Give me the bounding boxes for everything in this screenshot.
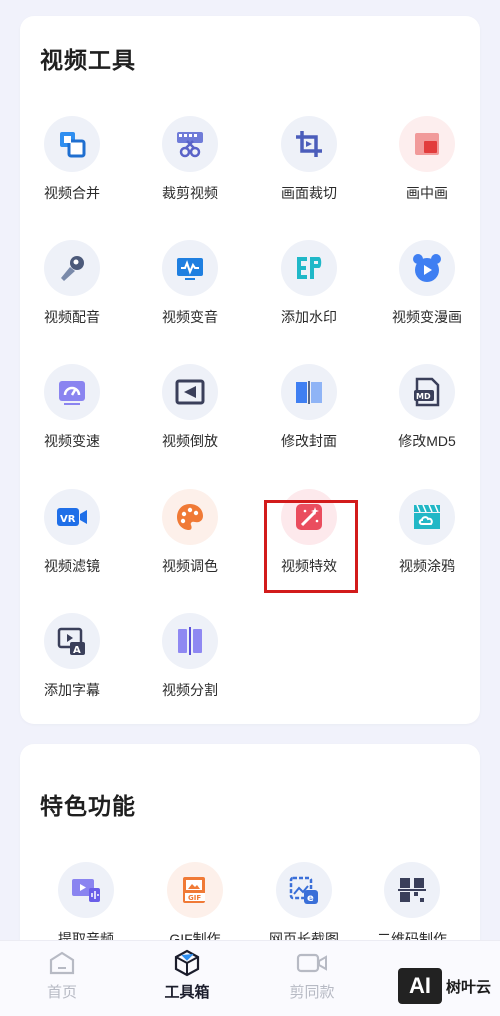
tool-video-effects[interactable]: 视频特效 xyxy=(259,489,359,576)
featured-title: 特色功能 xyxy=(40,793,136,819)
tool-label: 视频变漫画 xyxy=(392,309,462,325)
toolbox-icon xyxy=(137,949,237,977)
tool-video-doodle[interactable]: 视频涂鸦 xyxy=(377,489,477,576)
vr-camera-icon: VR xyxy=(44,489,100,545)
feature-qr-code[interactable]: 二维码制作 xyxy=(362,862,462,949)
split-icon xyxy=(162,613,218,669)
gif-icon: GIF xyxy=(167,862,223,918)
tool-add-subtitle[interactable]: A 添加字幕 xyxy=(22,613,122,700)
clapper-cloud-icon xyxy=(399,489,455,545)
watermark: AI 树叶云 xyxy=(398,966,496,1006)
tab-label: 首页 xyxy=(46,984,77,1001)
scissors-film-icon xyxy=(162,116,218,172)
qr-code-icon xyxy=(384,862,440,918)
tool-video-split[interactable]: 视频分割 xyxy=(140,613,240,700)
video-tools-title: 视频工具 xyxy=(40,47,136,73)
home-icon xyxy=(12,949,112,977)
tool-label: 视频特效 xyxy=(281,558,337,574)
magic-wand-icon xyxy=(281,489,337,545)
svg-text:e: e xyxy=(307,893,314,904)
feature-gif-maker[interactable]: GIF GIF制作 xyxy=(145,862,245,949)
tool-label: 视频滤镜 xyxy=(44,558,100,574)
tab-same-style-edit[interactable]: 剪同款 xyxy=(262,949,362,1002)
tool-label: 视频调色 xyxy=(162,558,218,574)
feature-extract-audio[interactable]: 提取音频 xyxy=(36,862,136,949)
bear-play-icon xyxy=(399,240,455,296)
merge-icon xyxy=(44,116,100,172)
tool-change-md5[interactable]: MD 修改MD5 xyxy=(377,364,477,451)
tool-label: 视频变速 xyxy=(44,433,100,449)
watermark-text: 树叶云 xyxy=(446,978,492,996)
svg-text:MD: MD xyxy=(416,392,431,401)
picture-in-picture-icon xyxy=(399,116,455,172)
extract-audio-icon xyxy=(58,862,114,918)
tool-video-merge[interactable]: 视频合并 xyxy=(22,116,122,203)
tool-voice-change[interactable]: 视频变音 xyxy=(140,240,240,327)
tool-color-grading[interactable]: 视频调色 xyxy=(140,489,240,576)
tool-label: 视频变音 xyxy=(162,309,218,325)
tool-frame-crop[interactable]: 画面裁切 xyxy=(259,116,359,203)
watermark-logo: AI xyxy=(398,968,442,1004)
watermark-icon xyxy=(281,240,337,296)
web-screenshot-icon: e xyxy=(276,862,332,918)
tool-label: 视频配音 xyxy=(44,309,100,325)
tool-add-watermark[interactable]: 添加水印 xyxy=(259,240,359,327)
tool-speed-change[interactable]: 视频变速 xyxy=(22,364,122,451)
tool-label: 画面裁切 xyxy=(281,185,337,201)
video-tools-card: 视频工具 视频合并 裁剪视频 画面裁切 画中画 视频配音 视频变音 添加水印 视… xyxy=(20,16,480,724)
tool-video-to-comic[interactable]: 视频变漫画 xyxy=(377,240,477,327)
tab-toolbox[interactable]: 工具箱 xyxy=(137,949,237,1002)
palette-icon xyxy=(162,489,218,545)
tool-video-filter[interactable]: VR 视频滤镜 xyxy=(22,489,122,576)
tab-home[interactable]: 首页 xyxy=(12,949,112,1002)
tool-label: 视频涂鸦 xyxy=(399,558,455,574)
tool-label: 添加水印 xyxy=(281,309,337,325)
tool-label: 画中画 xyxy=(406,185,448,201)
book-icon xyxy=(281,364,337,420)
feature-web-screenshot[interactable]: e 网页长截图 xyxy=(254,862,354,949)
tool-crop-video[interactable]: 裁剪视频 xyxy=(140,116,240,203)
tab-label: 剪同款 xyxy=(289,984,335,1001)
tool-video-reverse[interactable]: 视频倒放 xyxy=(140,364,240,451)
tool-label: 视频合并 xyxy=(44,185,100,201)
tool-picture-in-picture[interactable]: 画中画 xyxy=(377,116,477,203)
tool-label: 视频分割 xyxy=(162,682,218,698)
speedometer-icon xyxy=(44,364,100,420)
tab-label: 工具箱 xyxy=(164,984,210,1001)
audio-wave-icon xyxy=(162,240,218,296)
tool-label: 修改封面 xyxy=(281,433,337,449)
crop-icon xyxy=(281,116,337,172)
svg-text:VR: VR xyxy=(60,514,76,525)
svg-text:GIF: GIF xyxy=(188,894,201,902)
subtitle-icon: A xyxy=(44,613,100,669)
tool-label: 修改MD5 xyxy=(398,433,456,449)
tool-label: 添加字幕 xyxy=(44,682,100,698)
svg-text:A: A xyxy=(73,645,81,656)
md5-file-icon: MD xyxy=(399,364,455,420)
tool-label: 视频倒放 xyxy=(162,433,218,449)
microphone-icon xyxy=(44,240,100,296)
tool-label: 裁剪视频 xyxy=(162,185,218,201)
rewind-icon xyxy=(162,364,218,420)
video-camera-icon xyxy=(262,949,362,977)
tool-change-cover[interactable]: 修改封面 xyxy=(259,364,359,451)
tool-video-dubbing[interactable]: 视频配音 xyxy=(22,240,122,327)
